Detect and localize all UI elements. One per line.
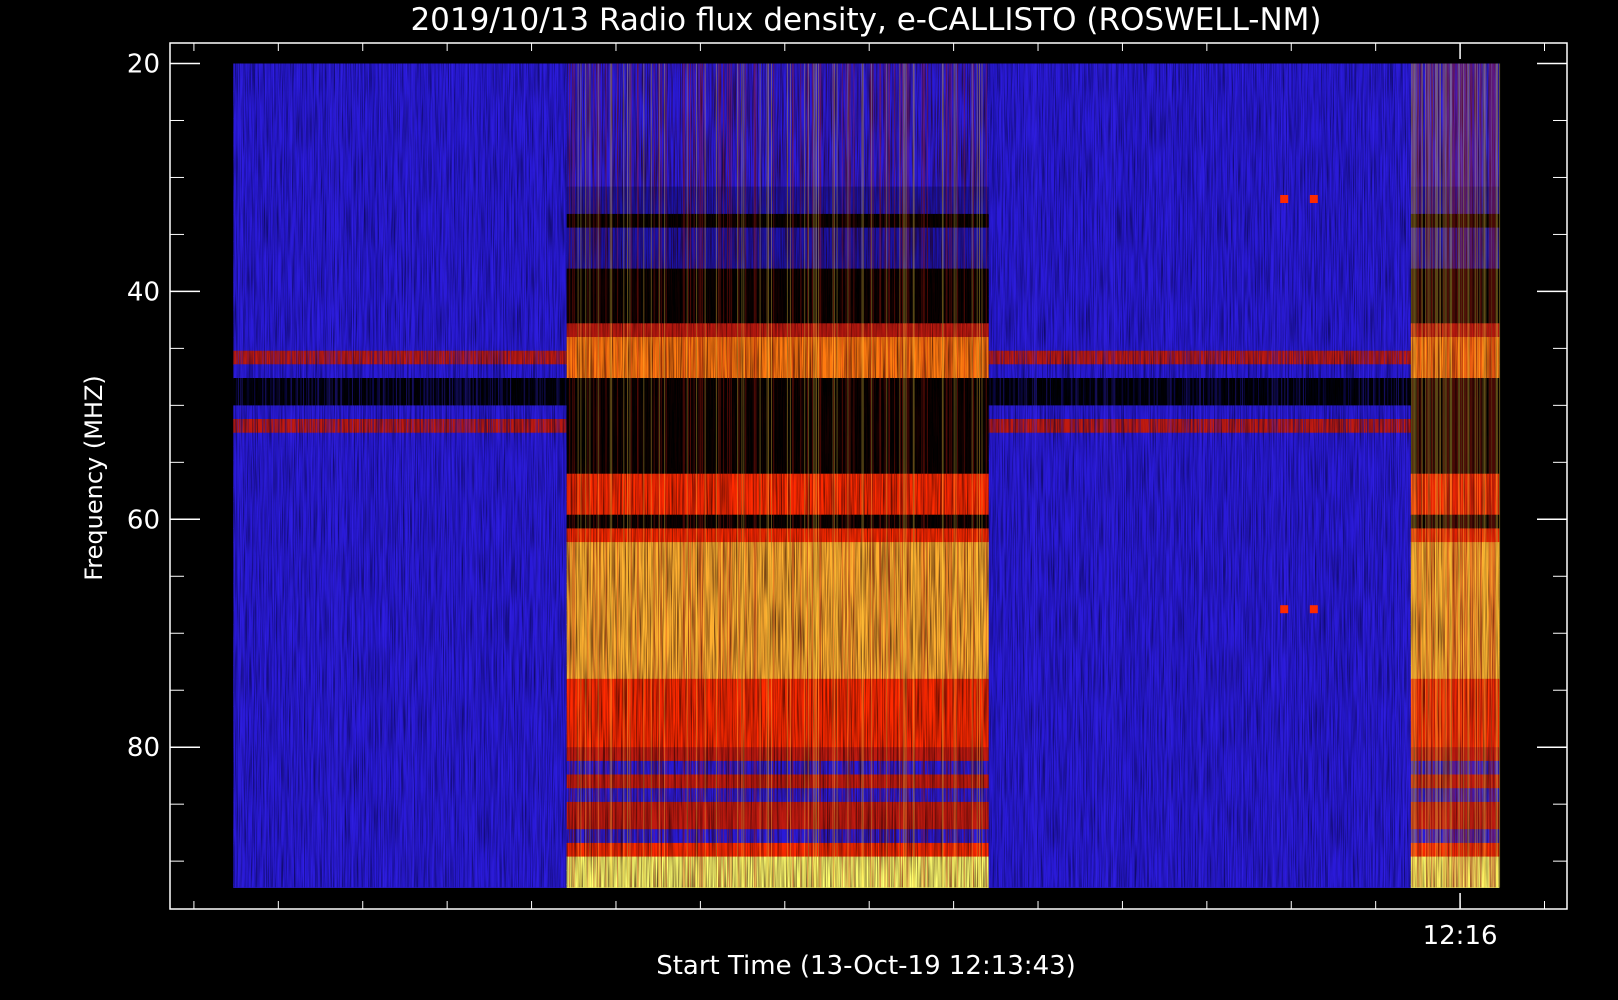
x-tick-label: 12:16: [1423, 921, 1498, 951]
y-axis-label: Frequency (MHZ): [80, 375, 108, 581]
spectrogram-heatmap: [233, 63, 1501, 888]
burst-marker: [1280, 605, 1289, 614]
segment-quiet-0: [233, 63, 567, 888]
y-tick-label: 20: [127, 50, 160, 80]
y-tick-label: 40: [127, 277, 160, 307]
y-tick-label: 80: [127, 733, 160, 763]
segment-calibration-1: [566, 63, 989, 888]
segment-calibration-3: [1410, 63, 1501, 888]
spectrogram-chart: 2019/10/13 Radio flux density, e-CALLIST…: [80, 2, 1568, 981]
burst-marker: [1309, 605, 1318, 614]
y-tick-label: 60: [127, 505, 160, 535]
chart-title: 2019/10/13 Radio flux density, e-CALLIST…: [410, 2, 1321, 38]
segment-quiet-2: [988, 63, 1411, 888]
x-axis-label: Start Time (13-Oct-19 12:13:43): [656, 951, 1076, 981]
burst-marker: [1309, 195, 1318, 203]
burst-marker: [1280, 195, 1289, 203]
